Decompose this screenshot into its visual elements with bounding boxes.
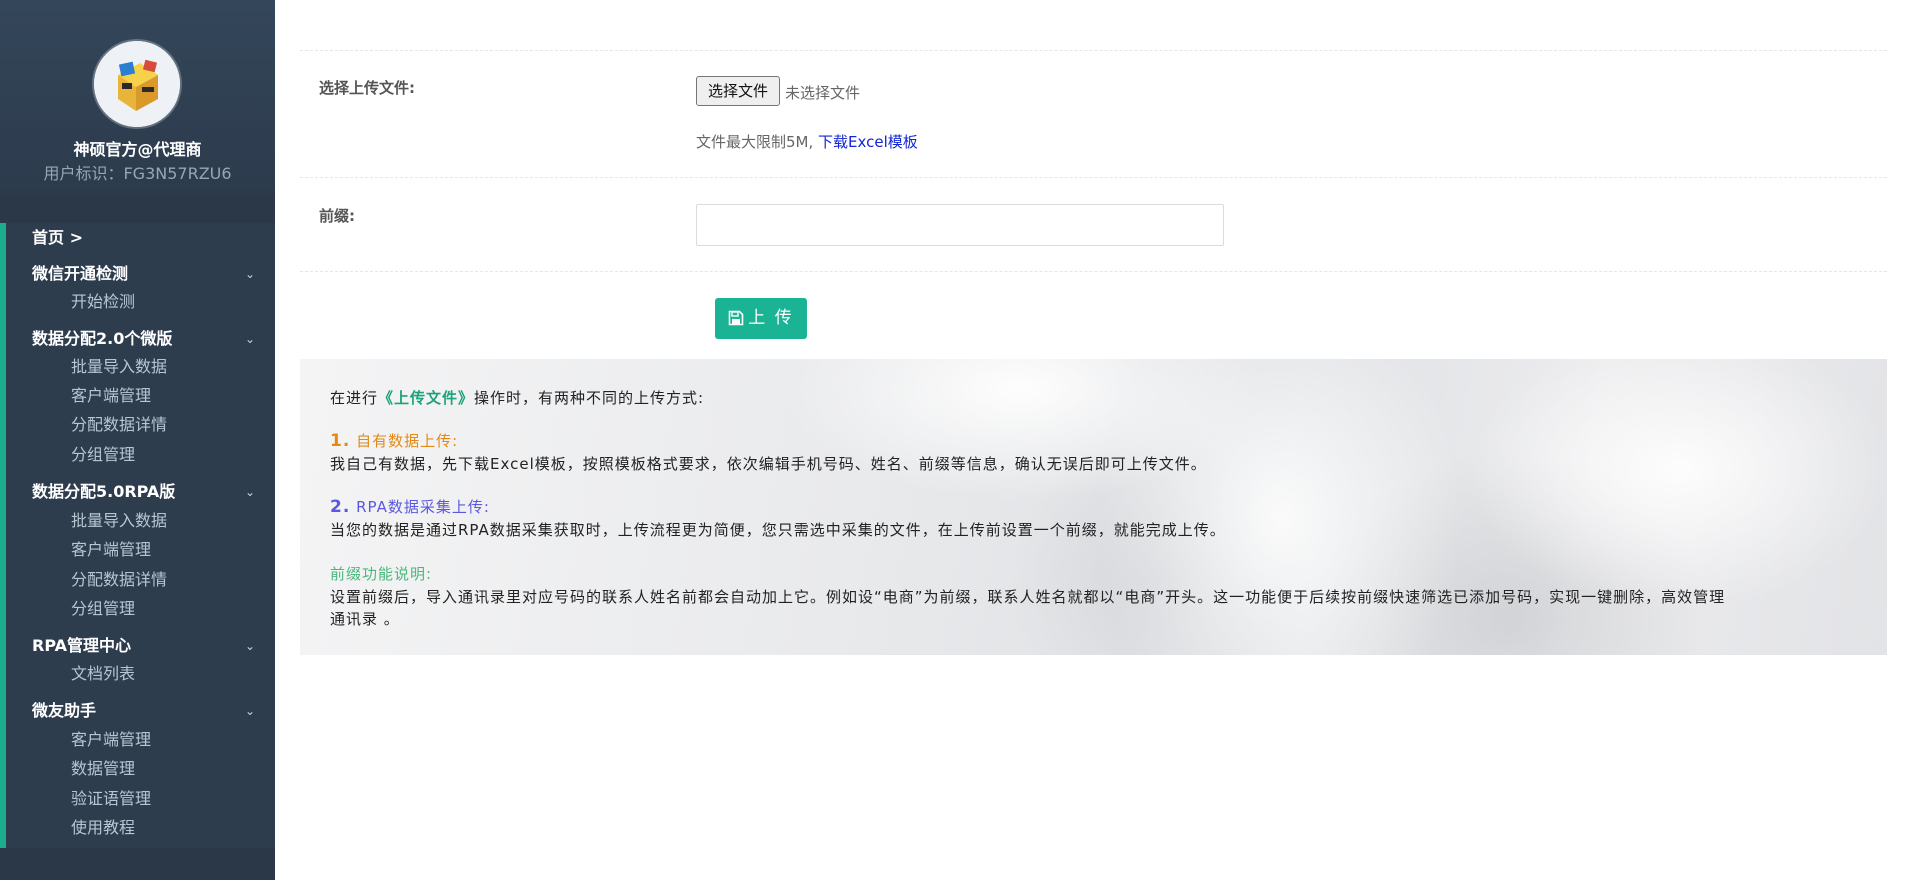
chevron-down-icon: ⌄ [244,485,255,499]
divider [300,50,1887,51]
upload-button[interactable]: 上 传 [715,298,807,339]
section-body: 通讯录 。 [330,610,400,628]
nav-group-wechat-check[interactable]: 微信开通检测 ⌄ [32,262,261,286]
nav-item-doc-list[interactable]: 文档列表 [71,662,261,686]
choose-file-button[interactable]: 选择文件 [696,76,780,106]
nav-group-label: 数据分配2.0个微版 [32,329,173,348]
profile-name: 神硕官方@代理商 [73,140,202,159]
nav-group-label: RPA管理中心 [32,636,131,655]
nav-home[interactable]: 首页 > [32,226,261,250]
nav-group-label: 微信开通检测 [32,264,129,283]
nav-item-group-manage[interactable]: 分组管理 [71,443,261,467]
nav-group-data-v2[interactable]: 数据分配2.0个微版 ⌄ [32,327,261,351]
chevron-down-icon: ⌄ [244,639,255,653]
chevron-down-icon: ⌄ [244,332,255,346]
intro-text: 在进行 [330,389,379,407]
nav-item-allocation-detail[interactable]: 分配数据详情 [71,568,261,592]
file-field-label: 选择上传文件: [319,79,415,97]
nav-group-rpa-center[interactable]: RPA管理中心 ⌄ [32,634,261,658]
section-body: 当您的数据是通过RPA数据采集获取时，上传流程更为简便，您只需选中采集的文件，在… [330,521,1226,539]
file-size-hint: 文件最大限制5M, 下载Excel模板 [696,131,918,152]
section-number: 1. [330,431,351,451]
nav-group-data-v5-rpa[interactable]: 数据分配5.0RPA版 ⌄ [32,480,261,504]
nav-gap [0,195,275,223]
avatar[interactable] [94,41,180,127]
prefix-input[interactable] [696,204,1224,246]
section-body: 设置前缀后，导入通讯录里对应号码的联系人姓名前都会自动加上它。例如设“电商”为前… [330,588,1726,606]
user-id-value: FG3N57RZU6 [123,164,232,183]
nav-item-tutorial[interactable]: 使用教程 [71,816,261,840]
file-status-text: 未选择文件 [785,84,861,102]
nav-item-batch-import[interactable]: 批量导入数据 [71,355,261,379]
floppy-disk-icon [728,301,744,342]
nav-footer [0,848,275,880]
upload-button-label: 上 传 [748,308,794,328]
prefix-field-label: 前缀: [319,207,355,225]
section-title: 自有数据上传: [350,432,459,450]
intro-line: 在进行《上传文件》操作时，有两种不同的上传方式: [330,387,704,408]
section-number: 2. [330,497,351,517]
nav-item-client-manage[interactable]: 客户端管理 [71,384,261,408]
divider [300,271,1887,272]
nav-group-weiyou-assistant[interactable]: 微友助手 ⌄ [32,699,261,723]
nav-item-allocation-detail[interactable]: 分配数据详情 [71,413,261,437]
section-heading: 前缀功能说明: [330,565,433,583]
profile-panel: 神硕官方@代理商 用户标识：FG3N57RZU6 [0,0,275,195]
nav-item-batch-import[interactable]: 批量导入数据 [71,509,261,533]
user-id: 用户标识：FG3N57RZU6 [0,160,275,184]
nav-group-label: 数据分配5.0RPA版 [32,482,176,501]
upload-instructions-panel: 在进行《上传文件》操作时，有两种不同的上传方式: 1. 自有数据上传: 我自己有… [300,359,1887,655]
download-template-link[interactable]: 下载Excel模板 [818,133,918,151]
nav-item-client-manage[interactable]: 客户端管理 [71,538,261,562]
main-content: 选择上传文件: 选择文件 未选择文件 文件最大限制5M, 下载Excel模板 前… [275,0,1910,880]
intro-highlight: 《上传文件》 [378,389,475,407]
user-id-label: 用户标识： [43,164,124,183]
section-heading: 2. RPA数据采集上传: [330,496,490,517]
sidebar-nav: 首页 > 微信开通检测 ⌄ 开始检测 数据分配2.0个微版 ⌄ 批量导入数据 客… [0,223,275,848]
intro-text-end: 操作时，有两种不同的上传方式: [474,389,705,407]
nav-item-data-manage[interactable]: 数据管理 [71,757,261,781]
section-title: RPA数据采集上传: [350,498,490,516]
nav-item-start-check[interactable]: 开始检测 [71,290,261,314]
nav-item-verify-msg-manage[interactable]: 验证语管理 [71,787,261,811]
file-size-hint-text: 文件最大限制5M, [696,133,819,151]
section-body: 我自己有数据，先下载Excel模板，按照模板格式要求，依次编辑手机号码、姓名、前… [330,455,1207,473]
sidebar: 神硕官方@代理商 用户标识：FG3N57RZU6 首页 > 微信开通检测 ⌄ 开… [0,0,275,880]
chevron-down-icon: ⌄ [244,704,255,718]
nav-item-group-manage[interactable]: 分组管理 [71,597,261,621]
divider [300,177,1887,178]
nav-item-client-manage[interactable]: 客户端管理 [71,728,261,752]
nav-group-label: 微友助手 [32,701,97,720]
section-heading: 1. 自有数据上传: [330,430,458,451]
chevron-down-icon: ⌄ [244,267,255,281]
avatar-logo-icon [94,41,180,127]
